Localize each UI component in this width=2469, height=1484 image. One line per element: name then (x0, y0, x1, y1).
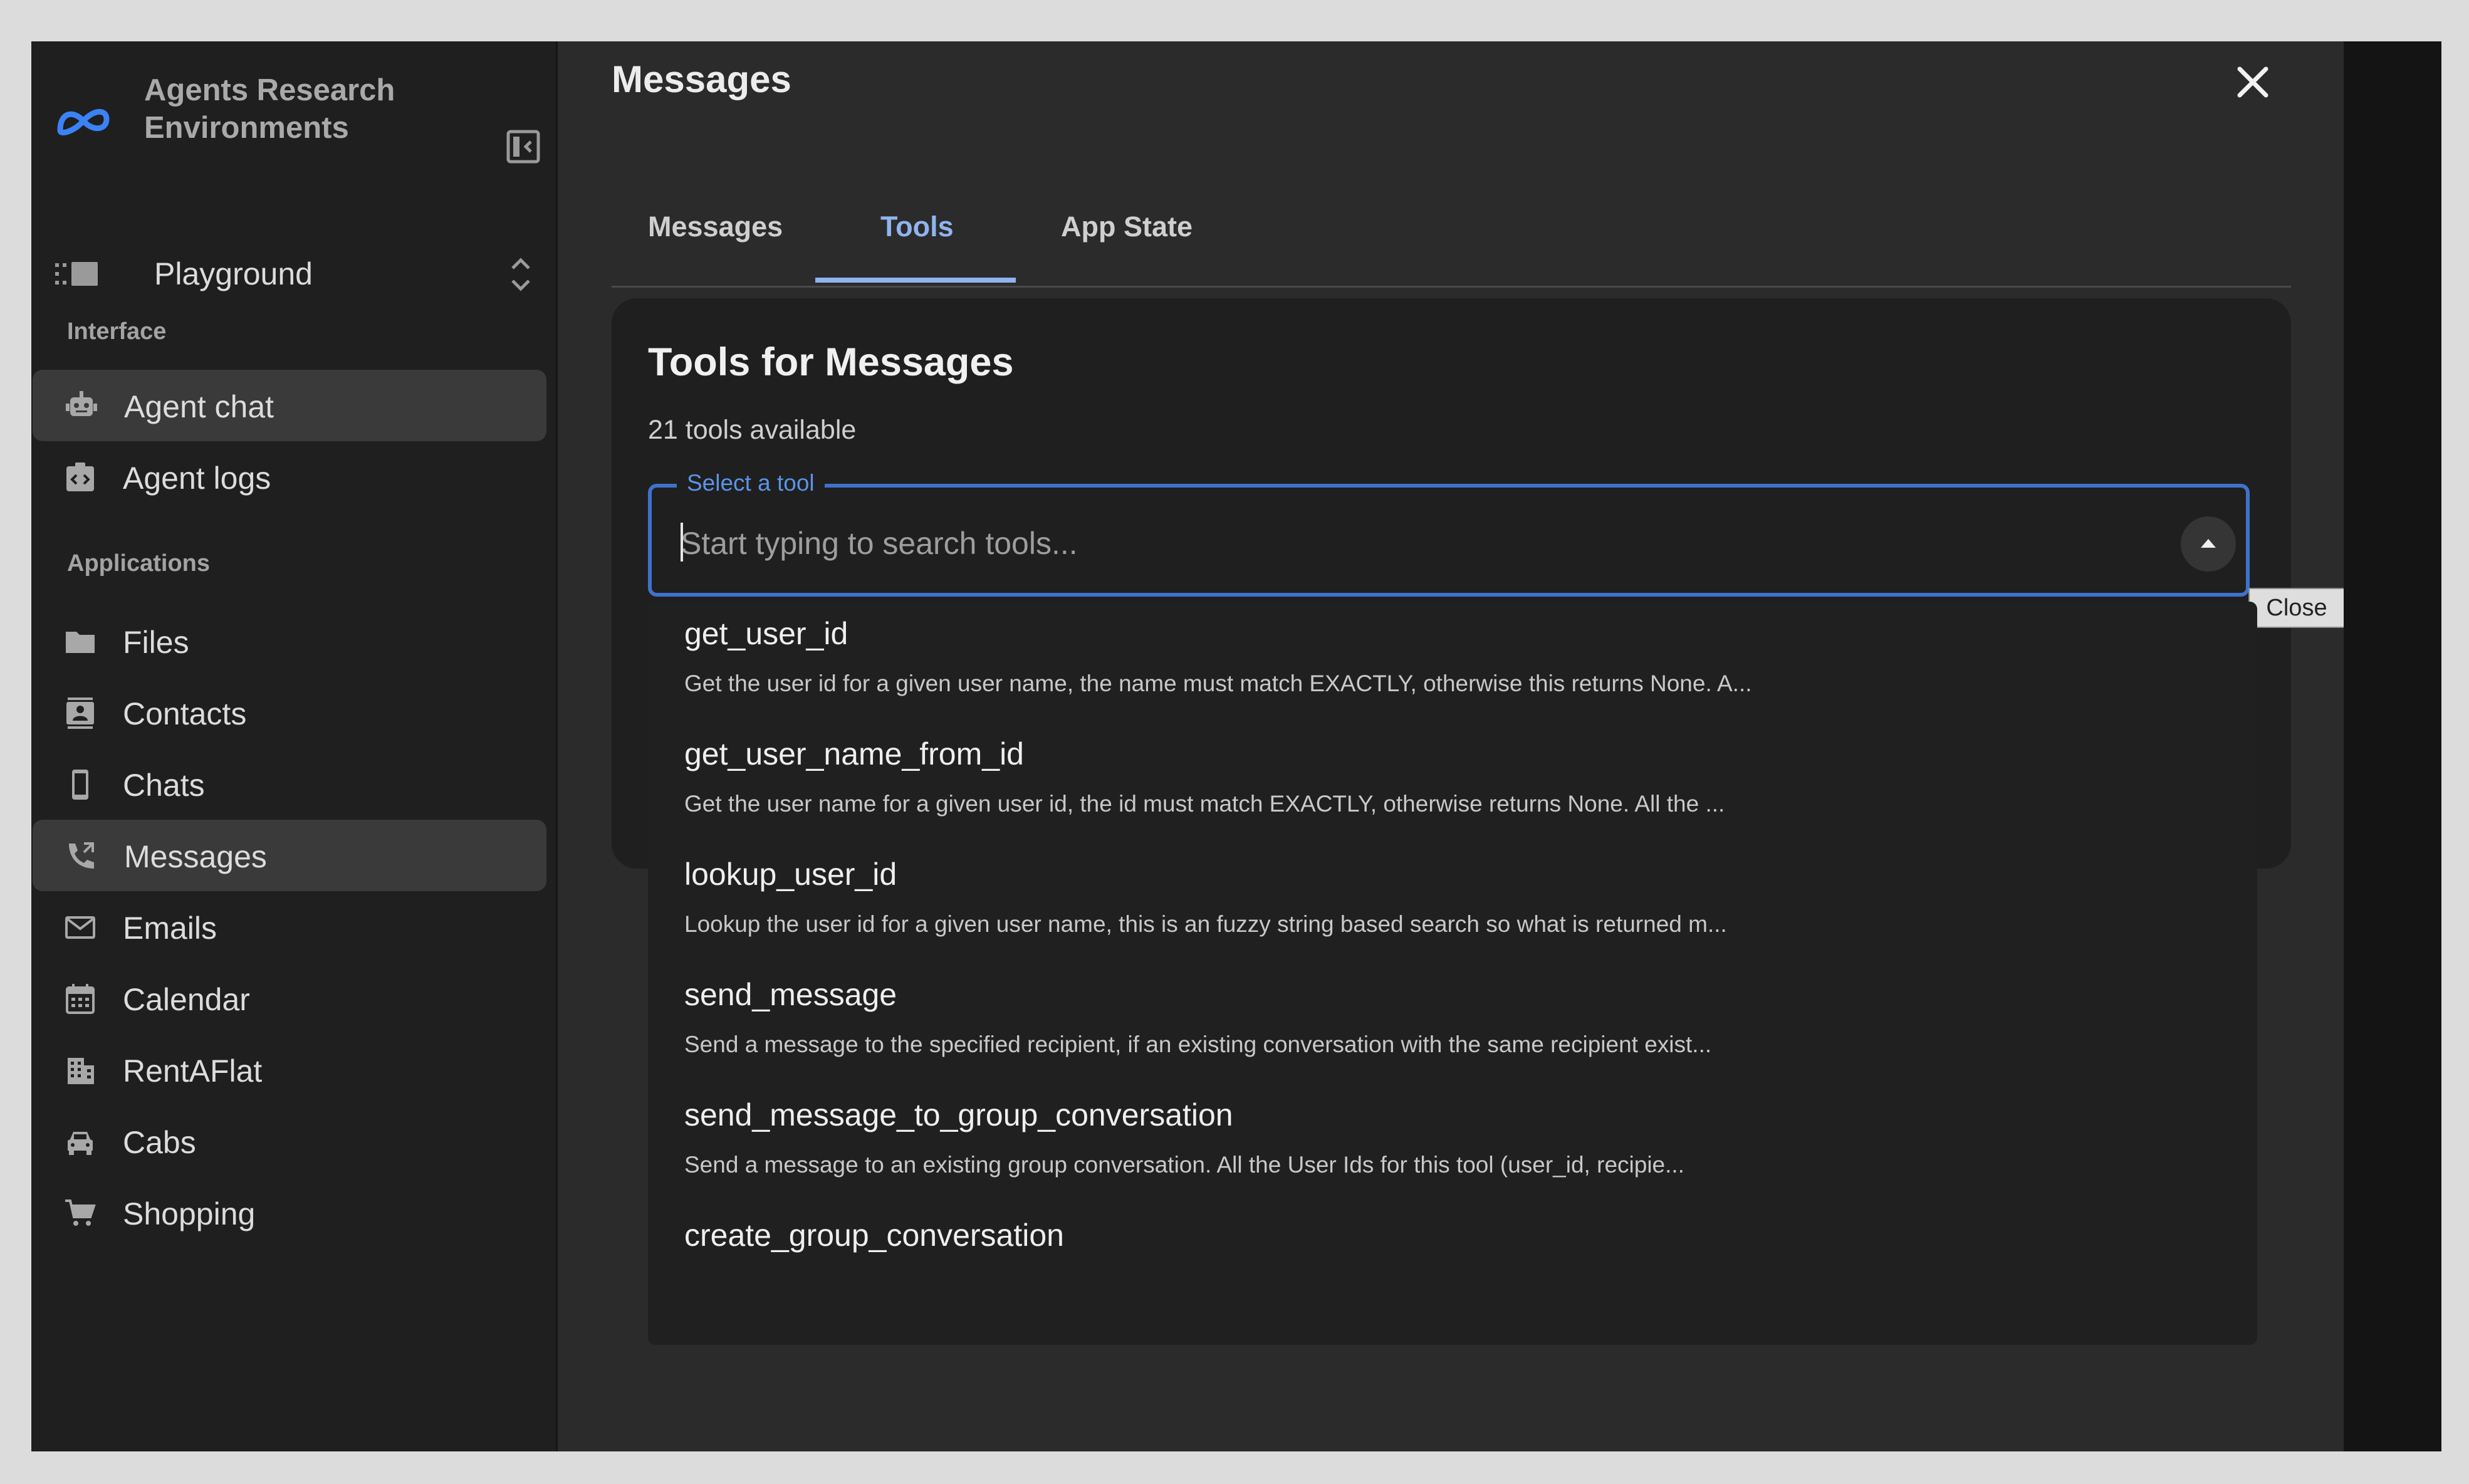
tool-name: get_user_id (684, 616, 848, 651)
contact-card-icon (66, 698, 94, 729)
tools-count: 21 tools available (648, 415, 857, 445)
robot-icon (66, 391, 97, 416)
sidebar-item-label: Agent logs (123, 461, 271, 496)
sidebar-item-label: Files (123, 625, 189, 660)
sidebar: Agents Research Environments Playground … (31, 41, 558, 1451)
sidebar-item-calendar[interactable]: Calendar (31, 963, 556, 1034)
mail-icon (65, 916, 95, 939)
list-item[interactable]: get_user_id Get the user id for a given … (648, 602, 2257, 722)
tool-name: send_message (684, 977, 897, 1012)
meta-logo-icon (57, 108, 110, 135)
tab-tools[interactable]: Tools (880, 211, 954, 243)
page-title: Messages (612, 58, 791, 100)
code-badge-icon (66, 462, 94, 491)
close-tooltip: Close (2248, 588, 2345, 628)
tab-messages[interactable]: Messages (648, 211, 783, 243)
sidebar-item-contacts[interactable]: Contacts (31, 677, 556, 748)
workspace-switcher[interactable]: Playground (55, 242, 544, 305)
close-icon[interactable] (2231, 60, 2275, 104)
arrow-up-icon (2201, 539, 2216, 548)
tab-app-state[interactable]: App State (1061, 211, 1193, 243)
building-icon (68, 1058, 94, 1084)
sidebar-collapse-icon[interactable] (504, 128, 542, 165)
tool-search-input[interactable] (679, 518, 2123, 569)
sidebar-item-label: Cabs (123, 1125, 196, 1160)
sidebar-item-label: Chats (123, 768, 205, 803)
list-item[interactable]: create_group_conversation (648, 1203, 2257, 1324)
list-item[interactable]: send_message_to_group_conversation Send … (648, 1083, 2257, 1203)
brand-name: Agents Research Environments (144, 73, 395, 145)
tool-description: Send a message to the specified recipien… (684, 1032, 1712, 1057)
tool-select-label: Select a tool (677, 470, 825, 496)
workspace-label: Playground (154, 256, 313, 291)
active-tab-indicator (815, 278, 1016, 283)
cart-icon (65, 1199, 96, 1226)
folder-icon (66, 632, 95, 653)
sidebar-item-emails[interactable]: Emails (31, 891, 556, 963)
taxi-icon (68, 1132, 93, 1155)
calendar-icon (66, 984, 95, 1014)
unfold-icon (511, 258, 530, 291)
sidebar-item-agent-logs[interactable]: Agent logs (31, 441, 556, 513)
tool-description: Send a message to an existing group conv… (684, 1152, 1684, 1178)
workspace-icon (55, 262, 98, 286)
tool-name: create_group_conversation (684, 1218, 1064, 1253)
sidebar-item-label: Calendar (123, 982, 250, 1017)
tool-description: Get the user name for a given user id, t… (684, 791, 1725, 817)
messages-panel: Messages Messages Tools App State Tools … (558, 41, 2375, 1451)
tool-name: send_message_to_group_conversation (684, 1097, 1233, 1132)
list-item[interactable]: lookup_user_id Lookup the user id for a … (648, 842, 2257, 963)
sidebar-item-label: Shopping (123, 1196, 256, 1231)
sidebar-item-label: Messages (124, 839, 267, 874)
tab-bar: Messages Tools App State (612, 167, 2291, 288)
tool-select[interactable]: Select a tool (648, 470, 2250, 597)
brand: Agents Research Environments (55, 71, 550, 164)
sidebar-item-label: RentAFlat (123, 1053, 263, 1089)
sidebar-item-chats[interactable]: Chats (31, 748, 556, 820)
sidebar-item-label: Agent chat (124, 389, 274, 424)
list-item[interactable]: get_user_name_from_id Get the user name … (648, 722, 2257, 842)
sidebar-item-rentaflat[interactable]: RentAFlat (31, 1034, 556, 1105)
tool-name: get_user_name_from_id (684, 736, 1024, 771)
sidebar-item-agent-chat[interactable]: Agent chat (33, 370, 546, 441)
sidebar-item-shopping[interactable]: Shopping (31, 1177, 556, 1248)
section-interface: Interface (67, 318, 167, 345)
phone-forward-icon (69, 842, 94, 869)
tool-description: Get the user id for a given user name, t… (684, 671, 1752, 696)
sidebar-item-label: Emails (123, 911, 217, 946)
tool-options-list: get_user_id Get the user id for a given … (648, 602, 2257, 1345)
tool-description: Lookup the user id for a given user name… (684, 911, 1727, 937)
backdrop-strip (2344, 41, 2441, 1451)
tool-name: lookup_user_id (684, 857, 897, 892)
phone-icon (72, 770, 88, 800)
sidebar-item-files[interactable]: Files (31, 605, 556, 677)
list-item[interactable]: send_message Send a message to the speci… (648, 963, 2257, 1083)
app-window: Agents Research Environments Playground … (31, 41, 2441, 1451)
sidebar-item-label: Contacts (123, 696, 247, 731)
text-caret (681, 523, 683, 562)
card-title: Tools for Messages (648, 340, 1014, 384)
section-applications: Applications (67, 550, 211, 577)
dropdown-toggle-button[interactable] (2181, 516, 2236, 572)
sidebar-item-messages[interactable]: Messages (33, 820, 546, 891)
sidebar-item-cabs[interactable]: Cabs (31, 1105, 556, 1177)
